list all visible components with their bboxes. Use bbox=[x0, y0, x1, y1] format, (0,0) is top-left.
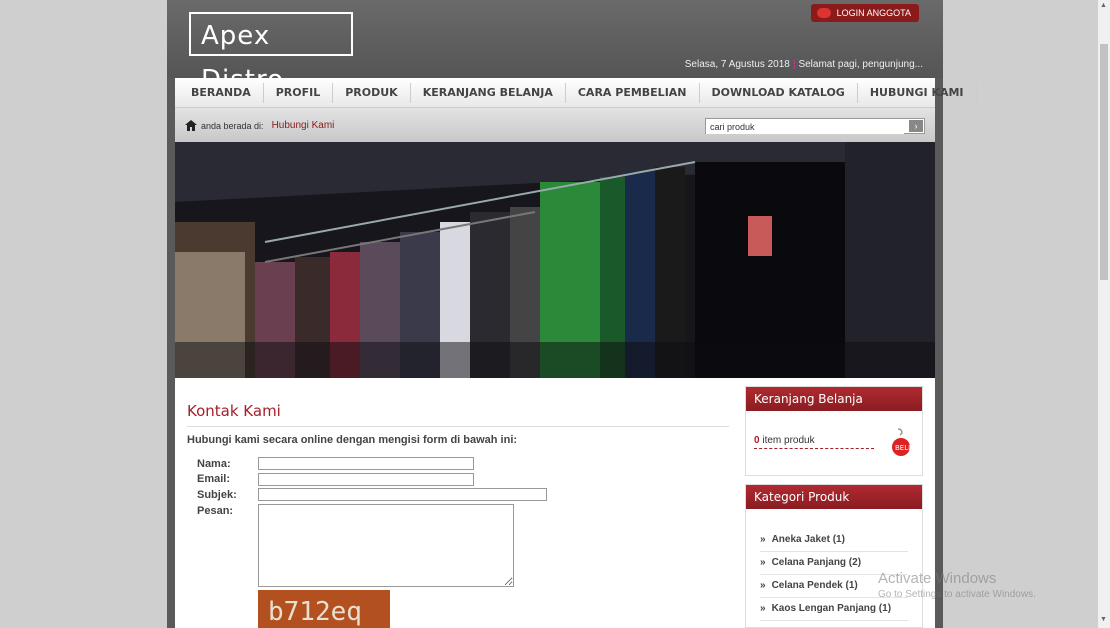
chevron-right-icon: » bbox=[760, 534, 766, 545]
main-content: Kontak Kami Hubungi kami secara online d… bbox=[175, 378, 935, 628]
category-label: Celana Pendek (1) bbox=[771, 580, 858, 591]
separator: | bbox=[792, 59, 796, 70]
site-header: Apex Distro LOGIN ANGGOTA Selasa, 7 Agus… bbox=[167, 0, 943, 95]
cart-box: Keranjang Belanja 0 item produk BELI bbox=[745, 386, 923, 476]
page-title: Kontak Kami bbox=[187, 402, 281, 420]
windows-activation-watermark: Activate Windows Go to Settings to activ… bbox=[878, 570, 1036, 600]
store-banner-image bbox=[175, 142, 935, 378]
subject-label: Subjek: bbox=[197, 489, 237, 501]
login-button-label: LOGIN ANGGOTA bbox=[836, 8, 911, 18]
date-greeting: Selasa, 7 Agustus 2018 | Selamat pagi, pen… bbox=[685, 59, 923, 70]
shopping-tag-icon[interactable]: BELI bbox=[884, 427, 914, 457]
message-label: Pesan: bbox=[197, 505, 234, 517]
nav-item-hubungi-kami[interactable]: HUBUNGI KAMI bbox=[858, 82, 977, 103]
vertical-scrollbar[interactable]: ▲ ▼ bbox=[1098, 0, 1110, 628]
login-icon bbox=[816, 8, 831, 18]
subject-field[interactable] bbox=[258, 488, 547, 501]
nav-item-beranda[interactable]: BERANDA bbox=[179, 82, 264, 103]
watermark-title: Activate Windows bbox=[878, 570, 997, 587]
nav-item-download-katalog[interactable]: DOWNLOAD KATALOG bbox=[700, 82, 858, 103]
name-field[interactable] bbox=[258, 457, 474, 470]
cart-unit: item produk bbox=[759, 435, 815, 446]
home-icon[interactable] bbox=[185, 120, 197, 131]
title-divider bbox=[187, 426, 729, 427]
breadcrumb: anda berada di: Hubungi Kami bbox=[185, 120, 334, 131]
form-intro: Hubungi kami secara online dengan mengis… bbox=[187, 434, 518, 446]
name-label: Nama: bbox=[197, 458, 231, 470]
breadcrumb-prefix: anda berada di: bbox=[201, 120, 264, 131]
category-label: Aneka Jaket (1) bbox=[771, 534, 845, 545]
current-date: Selasa, 7 Agustus 2018 bbox=[684, 59, 790, 70]
category-title: Kategori Produk bbox=[746, 485, 922, 509]
chevron-right-icon: » bbox=[760, 603, 766, 614]
nav-item-keranjang-belanja[interactable]: KERANJANG BELANJA bbox=[411, 82, 566, 103]
chevron-right-icon: » bbox=[760, 580, 766, 591]
site-logo[interactable]: Apex Distro bbox=[189, 12, 353, 95]
breadcrumb-bar: anda berada di: Hubungi Kami › bbox=[175, 108, 935, 142]
email-field[interactable] bbox=[258, 473, 474, 486]
nav-item-cara-pembelian[interactable]: CARA PEMBELIAN bbox=[566, 82, 700, 103]
search-button[interactable]: › bbox=[909, 120, 923, 132]
captcha-image: b712eq bbox=[258, 590, 390, 628]
login-button[interactable]: LOGIN ANGGOTA bbox=[810, 4, 919, 22]
search-input[interactable] bbox=[706, 120, 904, 134]
page-container: Apex Distro LOGIN ANGGOTA Selasa, 7 Agus… bbox=[167, 0, 977, 628]
scroll-down-arrow-icon[interactable]: ▼ bbox=[1100, 616, 1107, 623]
watermark-subtitle: Go to Settings to activate Windows. bbox=[878, 589, 1036, 600]
message-field[interactable] bbox=[258, 504, 514, 587]
scroll-up-arrow-icon[interactable]: ▲ bbox=[1100, 2, 1107, 9]
svg-text:BELI: BELI bbox=[895, 444, 910, 452]
email-label: Email: bbox=[197, 473, 231, 485]
category-label: Kaos Lengan Panjang (1) bbox=[771, 603, 892, 614]
cart-summary[interactable]: 0 item produk bbox=[754, 435, 874, 449]
chevron-right-icon: » bbox=[760, 557, 766, 568]
search-box: › bbox=[705, 118, 925, 134]
category-item[interactable]: » Aneka Jaket (1) bbox=[760, 529, 908, 552]
greeting-text: Selamat pagi, pengunjung... bbox=[798, 59, 923, 70]
breadcrumb-current[interactable]: Hubungi Kami bbox=[272, 120, 335, 131]
category-box: Kategori Produk » Aneka Jaket (1) » Celana… bbox=[745, 484, 923, 628]
main-nav: BERANDA PROFIL PRODUK KERANJANG BELANJA … bbox=[175, 78, 977, 108]
nav-item-profil[interactable]: PROFIL bbox=[264, 82, 334, 103]
scroll-thumb[interactable] bbox=[1100, 44, 1108, 280]
category-label: Celana Panjang (2) bbox=[771, 557, 862, 568]
cart-title: Keranjang Belanja bbox=[746, 387, 922, 411]
nav-item-produk[interactable]: PRODUK bbox=[333, 82, 411, 103]
banner-photo bbox=[175, 142, 935, 378]
category-item[interactable]: » Kaos Lengan Panjang (1) bbox=[760, 598, 908, 621]
